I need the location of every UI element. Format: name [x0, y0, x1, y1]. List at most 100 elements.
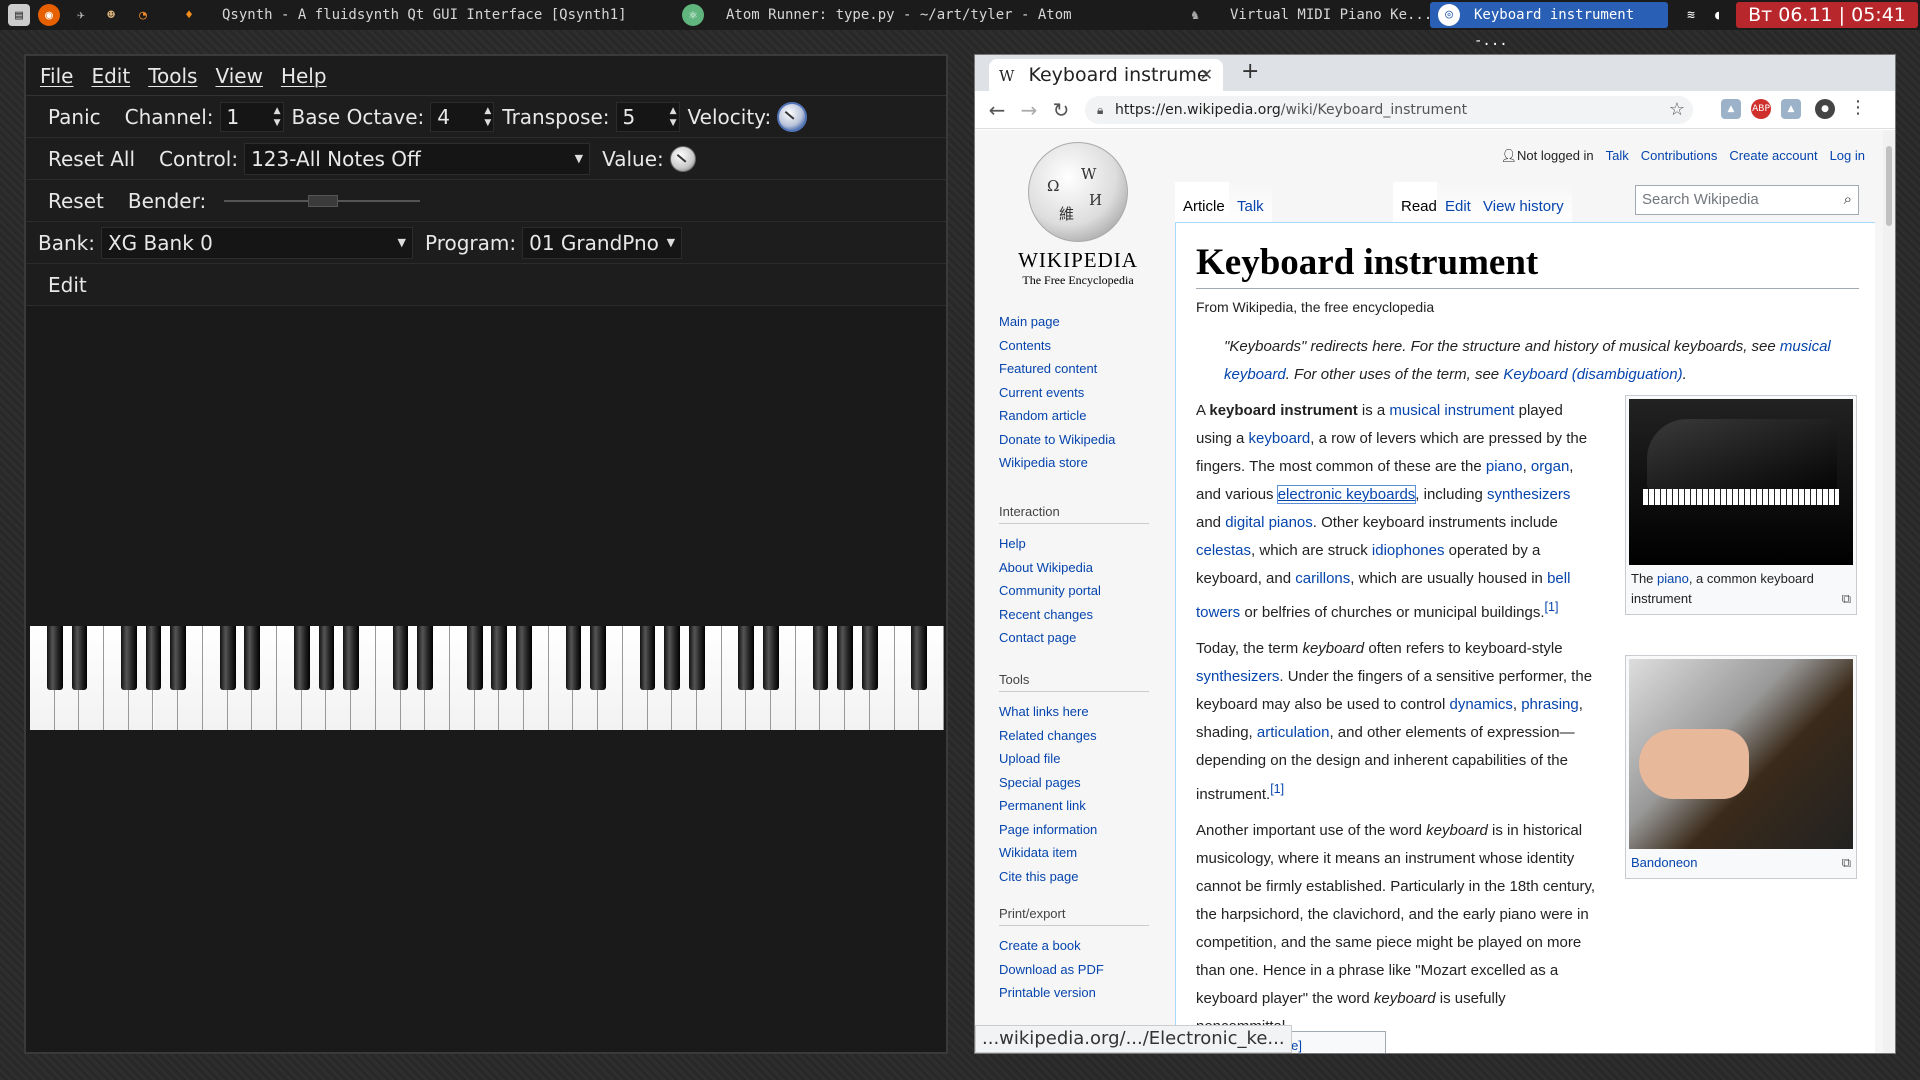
- skull-icon[interactable]: ☻: [100, 4, 122, 26]
- carillons-link[interactable]: carillons: [1295, 570, 1350, 587]
- search-icon[interactable]: ⌕: [1844, 186, 1852, 214]
- enlarge-icon[interactable]: ⧉: [1842, 589, 1851, 609]
- bandoneon-image[interactable]: [1629, 659, 1853, 849]
- nav-main-link[interactable]: Main page: [999, 310, 1149, 334]
- nav-tools-link[interactable]: Special pages: [999, 771, 1149, 795]
- nav-interaction-link[interactable]: About Wikipedia: [999, 556, 1149, 580]
- black-key[interactable]: [516, 626, 532, 690]
- dropdown-arrow-icon[interactable]: ▼: [575, 144, 583, 174]
- nav-tools-link[interactable]: Wikidata item: [999, 841, 1149, 865]
- transpose-spinbox[interactable]: 5 ▲ ▼: [615, 101, 680, 132]
- keyboard-link[interactable]: keyboard: [1249, 430, 1311, 447]
- black-key[interactable]: [639, 626, 656, 690]
- control-combobox[interactable]: 123-All Notes Off ▼: [244, 142, 591, 175]
- nav-interaction-link[interactable]: Community portal: [999, 579, 1149, 603]
- menu-dots-icon[interactable]: ⋮: [1849, 97, 1867, 118]
- nav-tools-link[interactable]: Cite this page: [999, 865, 1149, 889]
- value-knob[interactable]: [669, 145, 696, 172]
- task-atom[interactable]: Atom Runner: type.py - ~/art/tyler - Ato…: [726, 0, 1072, 30]
- page-scrollbar[interactable]: [1883, 130, 1895, 1053]
- idiophones-link[interactable]: idiophones: [1372, 542, 1445, 559]
- black-key[interactable]: [145, 626, 162, 690]
- task-vmpk[interactable]: Virtual MIDI Piano Ke...: [1230, 0, 1432, 30]
- nav-interaction-link[interactable]: Recent changes: [999, 603, 1149, 627]
- spin-arrows-icon[interactable]: ▲ ▼: [670, 105, 677, 129]
- search-input[interactable]: Search Wikipedia ⌕: [1635, 185, 1859, 215]
- black-key[interactable]: [417, 626, 434, 690]
- nav-tools-link[interactable]: Related changes: [999, 724, 1149, 748]
- bender-slider[interactable]: [224, 194, 421, 207]
- panic-button[interactable]: Panic: [36, 101, 113, 133]
- nav-tools-link[interactable]: Permanent link: [999, 794, 1149, 818]
- piano-caption-link[interactable]: piano: [1657, 571, 1689, 586]
- nav-interaction-link[interactable]: Help: [999, 532, 1149, 556]
- nav-main-link[interactable]: Donate to Wikipedia: [999, 428, 1149, 452]
- dropdown-arrow-icon[interactable]: ▼: [398, 228, 406, 258]
- base-octave-spinbox[interactable]: 4 ▲ ▼: [430, 101, 495, 132]
- menu-edit[interactable]: Edit: [91, 64, 130, 88]
- bandoneon-link[interactable]: Bandoneon: [1631, 855, 1698, 870]
- black-key[interactable]: [689, 626, 705, 690]
- black-key[interactable]: [837, 626, 854, 690]
- black-key[interactable]: [738, 626, 755, 690]
- organ-link[interactable]: organ: [1531, 458, 1569, 475]
- black-key[interactable]: [812, 626, 829, 690]
- account-icon[interactable]: ●: [1815, 99, 1835, 119]
- dropdown-arrow-icon[interactable]: ▼: [667, 228, 675, 258]
- reset-all-button[interactable]: Reset All: [36, 143, 147, 175]
- tab-article[interactable]: Article: [1175, 182, 1233, 222]
- spin-arrows-icon[interactable]: ▲ ▼: [274, 105, 281, 129]
- velocity-knob[interactable]: [777, 101, 808, 132]
- forward-icon[interactable]: →: [1013, 98, 1045, 122]
- nav-main-link[interactable]: Current events: [999, 381, 1149, 405]
- channel-spinbox[interactable]: 1 ▲ ▼: [219, 101, 284, 132]
- piano-keyboard[interactable]: [30, 626, 944, 730]
- menu-file[interactable]: File: [40, 64, 73, 88]
- spin-arrows-icon[interactable]: ▲ ▼: [484, 105, 491, 129]
- edit-button[interactable]: Edit: [36, 269, 99, 301]
- lock-icon[interactable]: 🔒︎: [1097, 96, 1103, 124]
- electronic-keyboards-link[interactable]: electronic keyboards: [1276, 485, 1417, 504]
- nav-tools-link[interactable]: What links here: [999, 700, 1149, 724]
- musical-instrument-link[interactable]: musical instrument: [1389, 402, 1514, 419]
- nav-main-link[interactable]: Featured content: [999, 357, 1149, 381]
- browser-tab[interactable]: W Keyboard instrume ✕: [989, 59, 1223, 91]
- bird-icon[interactable]: ✈: [70, 4, 92, 26]
- nav-print-link[interactable]: Download as PDF: [999, 958, 1149, 982]
- reload-icon[interactable]: ↻: [1045, 98, 1077, 122]
- black-key[interactable]: [244, 626, 261, 690]
- enlarge-icon[interactable]: ⧉: [1842, 853, 1851, 873]
- black-key[interactable]: [861, 626, 878, 690]
- black-key[interactable]: [565, 626, 582, 690]
- digital-pianos-link[interactable]: digital pianos: [1225, 514, 1313, 531]
- talk-link[interactable]: Talk: [1606, 148, 1629, 164]
- black-key[interactable]: [318, 626, 335, 690]
- create-account-link[interactable]: Create account: [1729, 148, 1817, 164]
- black-key[interactable]: [590, 626, 607, 690]
- program-combobox[interactable]: 01 GrandPno ▼: [522, 226, 683, 259]
- task-qsynth[interactable]: Qsynth - A fluidsynth Qt GUI Interface […: [222, 0, 627, 30]
- volume-icon[interactable]: ◖: [1706, 4, 1728, 26]
- nav-tools-link[interactable]: Page information: [999, 818, 1149, 842]
- black-key[interactable]: [392, 626, 409, 690]
- black-key[interactable]: [763, 626, 779, 690]
- menu-help[interactable]: Help: [281, 64, 327, 88]
- login-link[interactable]: Log in: [1830, 148, 1865, 164]
- black-key[interactable]: [664, 626, 681, 690]
- wifi-icon[interactable]: ≋: [1680, 4, 1702, 26]
- back-icon[interactable]: ←: [981, 98, 1013, 122]
- nav-main-link[interactable]: Contents: [999, 334, 1149, 358]
- phrasing-link[interactable]: phrasing: [1521, 696, 1579, 713]
- piano-link[interactable]: piano: [1486, 458, 1523, 475]
- wikipedia-logo[interactable]: ΩW И維 WIKIPEDIA The Free Encyclopedia: [1013, 142, 1143, 288]
- piano-image[interactable]: [1629, 399, 1853, 565]
- new-tab-icon[interactable]: +: [1241, 59, 1259, 84]
- menu-view[interactable]: View: [215, 64, 262, 88]
- synthesizers-link[interactable]: synthesizers: [1196, 668, 1279, 685]
- blender-icon[interactable]: ◔: [132, 4, 154, 26]
- close-tab-icon[interactable]: ✕: [1200, 59, 1213, 91]
- black-key[interactable]: [293, 626, 310, 690]
- flame-icon[interactable]: ♦: [178, 4, 200, 26]
- adblock-icon[interactable]: ABP: [1751, 99, 1771, 119]
- disambiguation-link[interactable]: Keyboard (disambiguation): [1503, 366, 1682, 383]
